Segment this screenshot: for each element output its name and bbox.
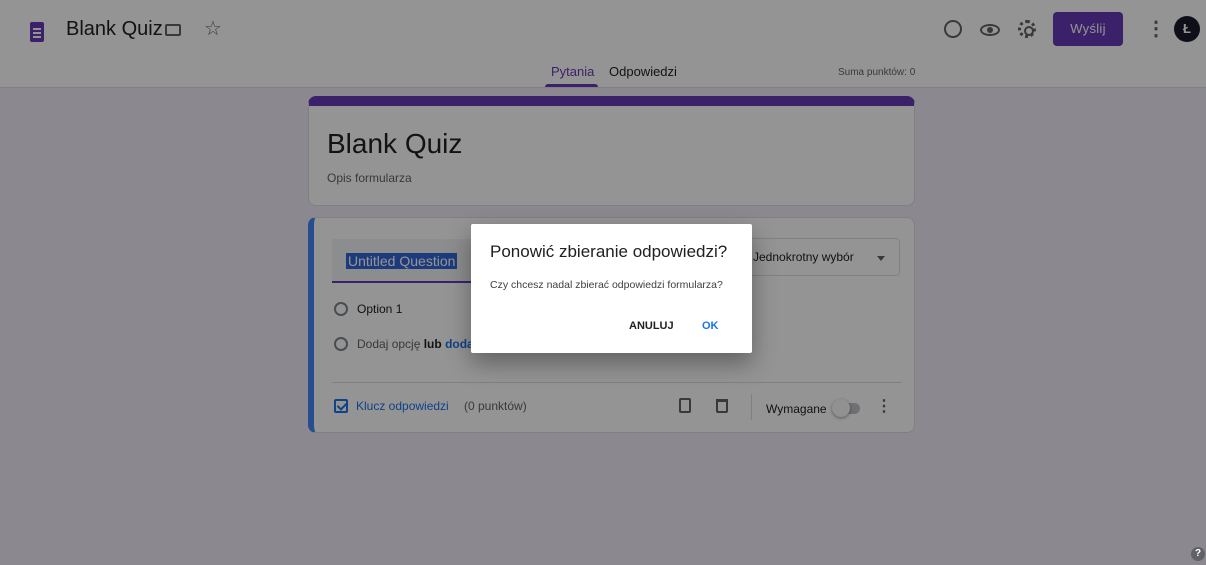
dialog-title: Ponowić zbieranie odpowiedzi? [490,242,728,261]
cancel-button[interactable]: ANULUJ [629,320,674,332]
confirm-dialog: Ponowić zbieranie odpowiedzi? Czy chcesz… [471,224,752,353]
ok-button[interactable]: OK [702,320,719,332]
dialog-body: Czy chcesz nadal zbierać odpowiedzi form… [490,279,723,291]
help-icon[interactable]: ? [1191,547,1205,561]
